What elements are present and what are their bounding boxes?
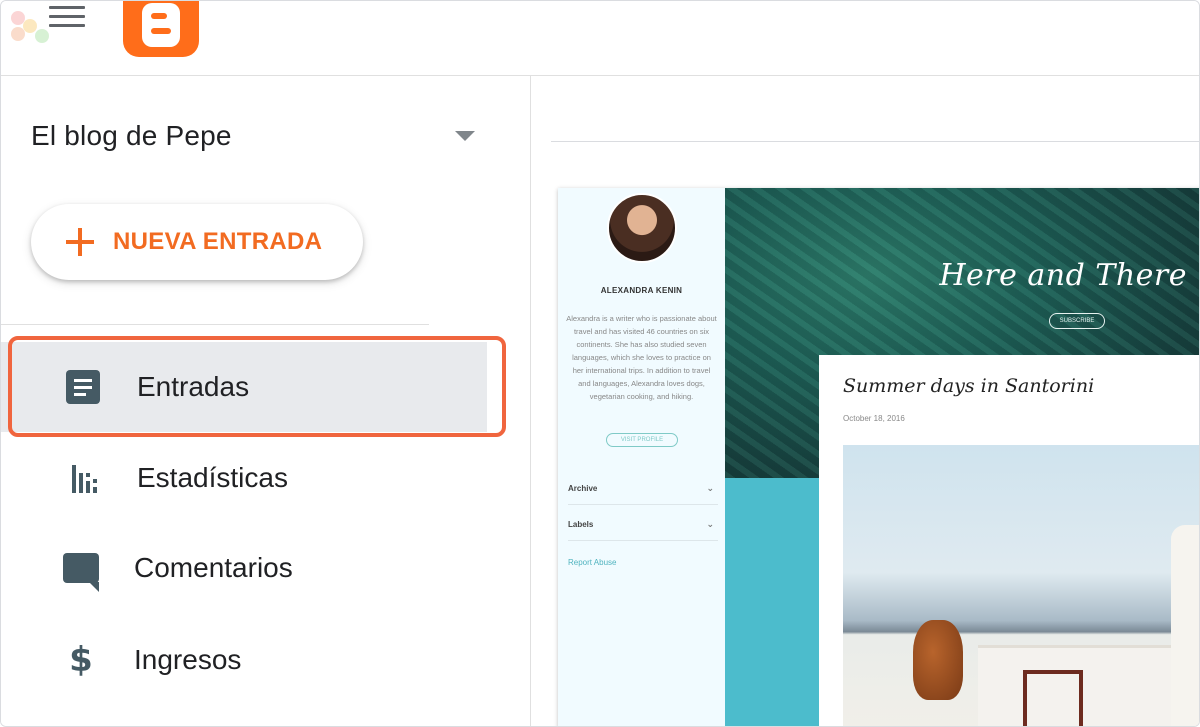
post-title[interactable]: Summer days in Santorini [843, 375, 1094, 397]
post-date: October 18, 2016 [843, 414, 905, 423]
content-divider [551, 141, 1199, 142]
blog-selector[interactable]: El blog de Pepe [31, 116, 481, 156]
top-bar [1, 1, 1199, 76]
blog-preview[interactable]: ALEXANDRA KENIN Alexandra is a writer wh… [558, 188, 1199, 726]
sidebar-item-estadisticas[interactable]: Estadísticas [1, 433, 487, 523]
sidebar-item-entradas[interactable]: Entradas [1, 342, 487, 432]
visit-profile-button[interactable]: VISIT PROFILE [606, 433, 678, 447]
blogger-logo-icon[interactable] [123, 1, 199, 57]
plus-icon [65, 227, 95, 257]
new-post-label: NUEVA ENTRADA [113, 228, 323, 255]
main-content: ALEXANDRA KENIN Alexandra is a writer wh… [532, 76, 1199, 726]
author-bio: Alexandra is a writer who is passionate … [566, 314, 717, 401]
sidebar-item-label: Ingresos [134, 644, 242, 675]
post-card: Summer days in Santorini October 18, 201… [819, 355, 1199, 726]
sidebar-item-label: Estadísticas [137, 462, 288, 493]
labels-accordion[interactable]: Labels ⌄ [568, 509, 718, 541]
labels-label: Labels [568, 520, 594, 529]
subscribe-button[interactable]: SUBSCRIBE [1049, 313, 1105, 329]
stats-icon [67, 460, 103, 496]
post-photo [843, 445, 1199, 726]
caret-down-icon [455, 131, 475, 141]
report-abuse-link[interactable]: Report Abuse [568, 558, 616, 567]
teal-band [725, 478, 819, 726]
dollar-icon: $ [69, 640, 93, 680]
avatar [607, 193, 677, 263]
posts-icon [65, 369, 101, 405]
chevron-down-icon: ⌄ [706, 483, 714, 493]
sidebar: El blog de Pepe NUEVA ENTRADA Entradas E… [1, 76, 531, 726]
blog-name: El blog de Pepe [31, 120, 232, 151]
sidebar-divider [1, 324, 429, 325]
new-post-button[interactable]: NUEVA ENTRADA [31, 204, 363, 280]
sidebar-item-label: Entradas [137, 371, 250, 402]
sidebar-item-ingresos[interactable]: $ Ingresos [1, 615, 487, 705]
preview-sidebar: ALEXANDRA KENIN Alexandra is a writer wh… [558, 188, 725, 726]
chevron-down-icon: ⌄ [706, 519, 714, 529]
comment-icon [63, 550, 99, 592]
sidebar-item-comentarios[interactable]: Comentarios [1, 523, 487, 613]
app-window: El blog de Pepe NUEVA ENTRADA Entradas E… [0, 0, 1200, 727]
archive-accordion[interactable]: Archive ⌄ [568, 473, 718, 505]
blog-title: Here and There [939, 258, 1187, 293]
archive-label: Archive [568, 484, 598, 493]
author-name: ALEXANDRA KENIN [600, 286, 683, 295]
hamburger-icon[interactable] [49, 1, 89, 31]
sidebar-item-label: Comentarios [134, 552, 293, 583]
